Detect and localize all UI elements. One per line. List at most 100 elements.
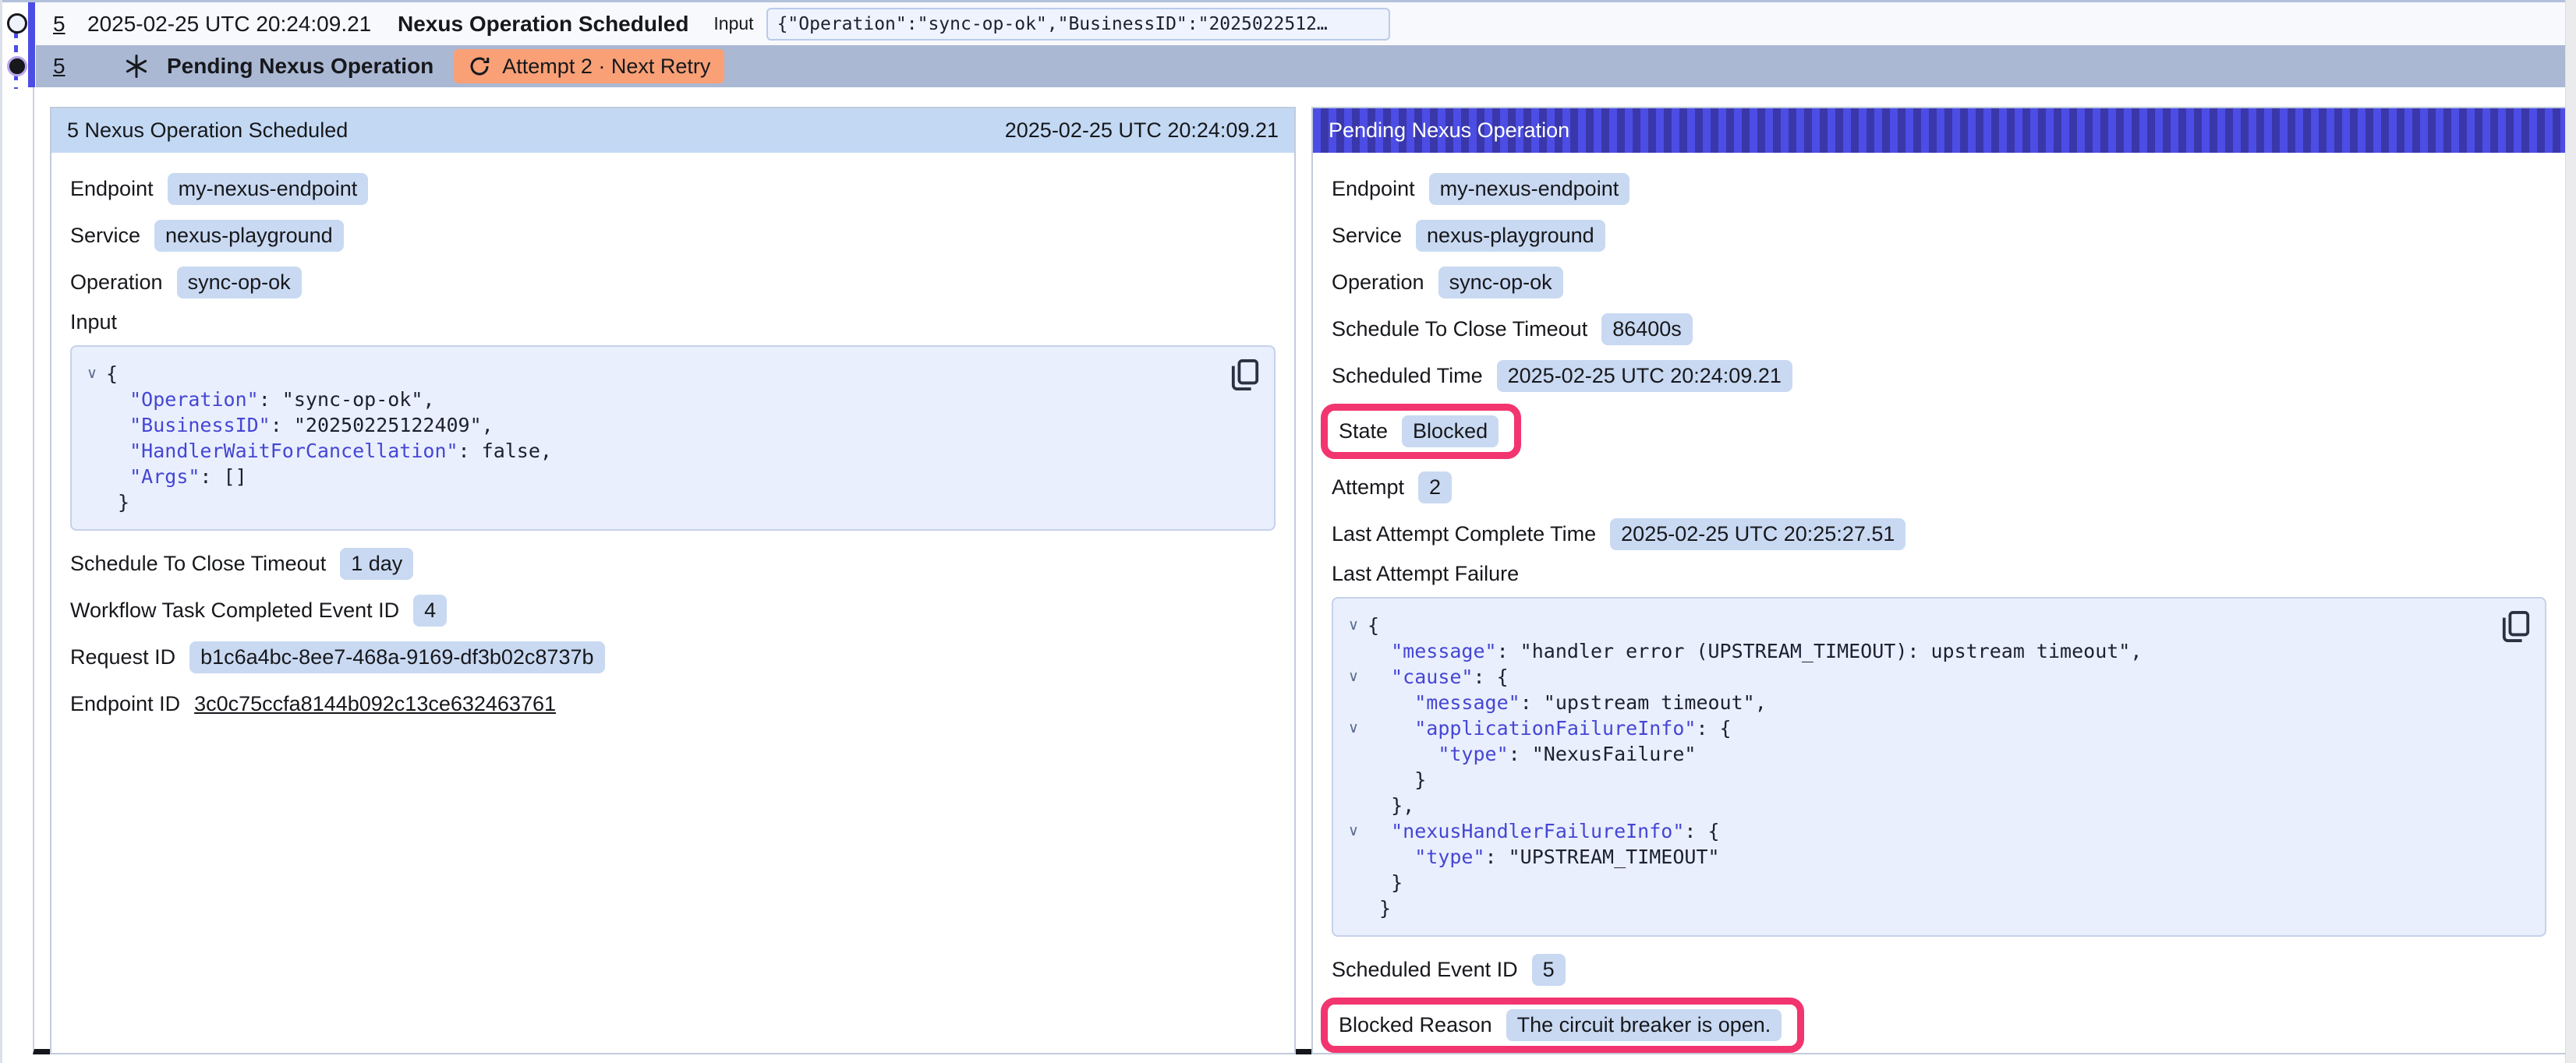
code-gutter xyxy=(78,489,106,515)
field-label: Operation xyxy=(70,270,163,295)
failure-json-code: ∨{ "message": "handler error (UPSTREAM_T… xyxy=(1339,613,2490,921)
copy-button[interactable] xyxy=(1229,358,1261,394)
timeline-node-open-icon xyxy=(7,13,27,34)
field-value-endpoint-id[interactable]: 3c0c75ccfa8144b092c13ce632463761 xyxy=(194,692,556,716)
code-gutter xyxy=(78,412,106,438)
field-label: Endpoint ID xyxy=(70,692,180,716)
pending-row-last-attempt-complete-time: Last Attempt Complete Time 2025-02-25 UTC… xyxy=(1332,515,2546,553)
window-left-border xyxy=(0,0,2,1063)
field-value-scheduled-time: 2025-02-25 UTC 20:24:09.21 xyxy=(1497,360,1792,392)
pending-row-service: Service nexus-playground xyxy=(1332,217,2546,254)
pending-fields-top: Endpointmy-nexus-endpointServicenexus-pl… xyxy=(1332,170,2546,553)
code-text: "Args": [] xyxy=(106,464,247,489)
scheduled-row-operation: Operation sync-op-ok xyxy=(70,263,1276,301)
field-label: Schedule To Close Timeout xyxy=(70,552,326,576)
code-gutter xyxy=(1339,870,1368,895)
annotation-highlight-box: Blocked ReasonThe circuit breaker is ope… xyxy=(1321,998,1804,1053)
code-line: "message": "upstream timeout", xyxy=(1339,690,2490,715)
collapse-chevron-icon[interactable]: ∨ xyxy=(78,361,106,387)
window-top-border xyxy=(0,0,2576,2)
scheduled-row-endpoint: Endpoint my-nexus-endpoint xyxy=(70,170,1276,207)
failure-section-label: Last Attempt Failure xyxy=(1332,562,2546,586)
code-text: } xyxy=(1368,767,1426,793)
code-line: "Operation": "sync-op-ok", xyxy=(78,387,1219,412)
collapse-chevron-icon[interactable]: ∨ xyxy=(1339,664,1368,690)
scheduled-panel-header: 5 Nexus Operation Scheduled 2025-02-25 U… xyxy=(51,108,1294,153)
event-title: Nexus Operation Scheduled xyxy=(398,12,688,37)
field-value-endpoint: my-nexus-endpoint xyxy=(168,173,369,205)
code-gutter xyxy=(78,387,106,412)
code-text: "HandlerWaitForCancellation": false, xyxy=(106,438,552,464)
field-label: Schedule To Close Timeout xyxy=(1332,317,1587,341)
pending-operation-panel: Pending Nexus Operation Endpointmy-nexus… xyxy=(1311,107,2567,1054)
field-label: Endpoint xyxy=(1332,177,1415,201)
field-value-request-id: b1c6a4bc-8ee7-468a-9169-df3b02c8737b xyxy=(189,641,604,673)
code-text: "applicationFailureInfo": { xyxy=(1368,715,1732,741)
scheduled-row-workflow-task-completed-event-id: Workflow Task Completed Event ID4 xyxy=(70,592,1276,629)
field-value-scheduled-event-id: 5 xyxy=(1532,954,1566,986)
field-label: Endpoint xyxy=(70,177,154,201)
field-label: Scheduled Time xyxy=(1332,364,1483,388)
field-value-attempt: 2 xyxy=(1418,471,1452,503)
code-line: ∨ "applicationFailureInfo": { xyxy=(1339,715,2490,741)
code-text: "message": "upstream timeout", xyxy=(1368,690,1767,715)
code-text: "message": "handler error (UPSTREAM_TIME… xyxy=(1368,638,2142,664)
input-section-label: Input xyxy=(70,310,1276,334)
scheduled-row-service: Servicenexus-playground xyxy=(70,217,1276,254)
code-gutter xyxy=(1339,895,1368,921)
annotation-highlight-box: StateBlocked xyxy=(1321,404,1521,459)
field-value-workflow-task-completed-event-id: 4 xyxy=(413,595,447,627)
code-gutter xyxy=(78,464,106,489)
code-gutter xyxy=(1339,638,1368,664)
code-line: "Args": [] xyxy=(78,464,1219,489)
pending-row-operation: Operationsync-op-ok xyxy=(1332,263,2546,301)
field-label: Service xyxy=(1332,224,1402,248)
code-line: } xyxy=(1339,767,2490,793)
code-gutter xyxy=(1339,690,1368,715)
scheduled-event-panel: 5 Nexus Operation Scheduled 2025-02-25 U… xyxy=(50,107,1296,1054)
vertical-scrollbar[interactable] xyxy=(2565,0,2576,1063)
code-text: "nexusHandlerFailureInfo": { xyxy=(1368,818,1720,844)
code-line: } xyxy=(1339,895,2490,921)
field-label: Operation xyxy=(1332,270,1424,295)
input-label: Input xyxy=(713,13,753,34)
timeline-node-filled-icon xyxy=(7,56,27,76)
event-details-container: 5 Nexus Operation Scheduled 2025-02-25 U… xyxy=(33,87,2567,1054)
scheduled-panel-time: 2025-02-25 UTC 20:24:09.21 xyxy=(1005,118,1279,143)
code-text: } xyxy=(1368,895,1391,921)
field-value-last-attempt-complete-time: 2025-02-25 UTC 20:25:27.51 xyxy=(1610,518,1905,550)
collapse-chevron-icon[interactable]: ∨ xyxy=(1339,613,1368,638)
field-value-service: nexus-playground xyxy=(1416,220,1605,252)
collapse-chevron-icon[interactable]: ∨ xyxy=(1339,715,1368,741)
code-text: { xyxy=(1368,613,1379,638)
pending-row-state: StateBlocked xyxy=(1332,404,2546,459)
code-text: } xyxy=(106,489,129,515)
field-label: Last Attempt Complete Time xyxy=(1332,522,1596,546)
code-line: ∨ "cause": { xyxy=(1339,664,2490,690)
code-line: ∨{ xyxy=(78,361,1219,387)
field-label: Blocked Reason xyxy=(1339,1013,1492,1037)
code-line: "type": "UPSTREAM_TIMEOUT" xyxy=(1339,844,2490,870)
code-text: "type": "UPSTREAM_TIMEOUT" xyxy=(1368,844,1720,870)
code-line: ∨ "nexusHandlerFailureInfo": { xyxy=(1339,818,2490,844)
code-gutter xyxy=(78,438,106,464)
field-label: Service xyxy=(70,224,140,248)
pending-row-schedule-to-close-timeout: Schedule To Close Timeout86400s xyxy=(1332,310,2546,348)
event-timestamp: 2025-02-25 UTC 20:24:09.21 xyxy=(87,12,398,37)
event-id-link[interactable]: 5 xyxy=(53,12,87,37)
code-text: "cause": { xyxy=(1368,664,1509,690)
field-label: Request ID xyxy=(70,645,175,669)
collapse-chevron-icon[interactable]: ∨ xyxy=(1339,818,1368,844)
code-line: } xyxy=(1339,870,2490,895)
event-row-pending-nexus-operation[interactable]: 5 Pending Nexus Operation Attempt 2 · Ne… xyxy=(36,45,2565,87)
field-value-operation: sync-op-ok xyxy=(177,267,302,298)
copy-button[interactable] xyxy=(2500,609,2532,645)
event-id-link[interactable]: 5 xyxy=(53,54,87,79)
scheduled-panel-title: 5 Nexus Operation Scheduled xyxy=(67,118,348,143)
code-line: ∨{ xyxy=(1339,613,2490,638)
pending-panel-header: Pending Nexus Operation xyxy=(1313,108,2565,153)
input-json-code: ∨{ "Operation": "sync-op-ok", "BusinessI… xyxy=(78,361,1219,515)
code-gutter xyxy=(1339,793,1368,818)
event-row-nexus-operation-scheduled[interactable]: 5 2025-02-25 UTC 20:24:09.21 Nexus Opera… xyxy=(36,2,2565,45)
field-label: Attempt xyxy=(1332,475,1404,500)
